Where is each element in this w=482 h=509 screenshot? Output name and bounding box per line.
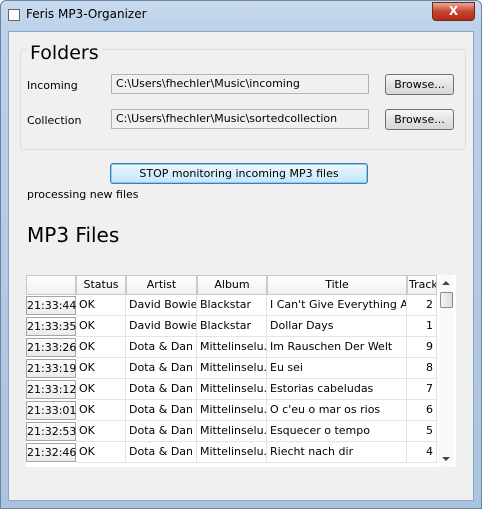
cell-artist[interactable]: Dota & Dan — [126, 358, 197, 379]
cell-track[interactable]: 2 — [407, 295, 437, 316]
header-corner — [26, 275, 76, 295]
cell-album[interactable]: Mittelinselu... — [197, 400, 267, 421]
cell-artist[interactable]: Dota & Dan — [126, 421, 197, 442]
cell-status[interactable]: OK — [76, 358, 126, 379]
collection-label: Collection — [27, 114, 82, 127]
cell-album[interactable]: Mittelinselu... — [197, 337, 267, 358]
folders-group — [20, 49, 466, 150]
row-time-header[interactable]: 21:33:44 — [26, 296, 76, 315]
cell-title[interactable]: Riecht nach dir — [267, 442, 407, 463]
row-time-header[interactable]: 21:33:12 — [26, 380, 76, 399]
cell-status[interactable]: OK — [76, 295, 126, 316]
cell-title[interactable]: Eu sei — [267, 358, 407, 379]
cell-status[interactable]: OK — [76, 400, 126, 421]
row-time-header[interactable]: 21:33:01 — [26, 401, 76, 420]
title-bar[interactable]: Feris MP3-Organizer X — [1, 1, 481, 29]
row-time-header[interactable]: 21:32:46 — [26, 443, 76, 462]
cell-track[interactable]: 6 — [407, 400, 437, 421]
column-header-artist[interactable]: Artist — [126, 275, 197, 295]
close-button[interactable]: X — [432, 2, 475, 21]
cell-title[interactable]: Dollar Days — [267, 316, 407, 337]
cell-artist[interactable]: Dota & Dan — [126, 400, 197, 421]
app-icon — [8, 9, 20, 21]
cell-title[interactable]: Esquecer o tempo — [267, 421, 407, 442]
app-window: Feris MP3-Organizer X Folders Incoming C… — [0, 0, 482, 509]
arrow-up-icon[interactable] — [442, 281, 450, 285]
table-vertical-scrollbar[interactable] — [439, 275, 454, 467]
scrollbar-thumb[interactable] — [440, 292, 453, 308]
cell-title[interactable]: O c'eu o mar os rios — [267, 400, 407, 421]
collection-browse-button[interactable]: Browse... — [385, 109, 454, 130]
cell-album[interactable]: Blackstar — [197, 295, 267, 316]
row-time-header[interactable]: 21:33:26 — [26, 338, 76, 357]
cell-album[interactable]: Mittelinselu... — [197, 358, 267, 379]
cell-status[interactable]: OK — [76, 316, 126, 337]
window-title: Feris MP3-Organizer — [26, 7, 147, 21]
row-time-header[interactable]: 21:32:53 — [26, 422, 76, 441]
collection-path-field[interactable]: C:\Users\fhechler\Music\sortedcollection — [111, 109, 369, 129]
row-time-header[interactable]: 21:33:35 — [26, 317, 76, 336]
incoming-browse-button[interactable]: Browse... — [385, 74, 454, 95]
row-time-header[interactable]: 21:33:19 — [26, 359, 76, 378]
folders-title: Folders — [27, 42, 102, 64]
cell-title[interactable]: Estorias cabeludas — [267, 379, 407, 400]
cell-artist[interactable]: Dota & Dan — [126, 442, 197, 463]
cell-artist[interactable]: David Bowie — [126, 295, 197, 316]
cell-title[interactable]: I Can't Give Everything A... — [267, 295, 407, 316]
cell-track[interactable]: 9 — [407, 337, 437, 358]
cell-artist[interactable]: Dota & Dan — [126, 379, 197, 400]
cell-album[interactable]: Mittelinselu... — [197, 379, 267, 400]
column-header-track[interactable]: Track — [407, 275, 437, 295]
close-icon: X — [448, 4, 459, 18]
cell-status[interactable]: OK — [76, 442, 126, 463]
cell-status[interactable]: OK — [76, 379, 126, 400]
cell-status[interactable]: OK — [76, 337, 126, 358]
cell-artist[interactable]: Dota & Dan — [126, 337, 197, 358]
processing-status: processing new files — [27, 188, 139, 201]
cell-track[interactable]: 8 — [407, 358, 437, 379]
arrow-down-icon[interactable] — [442, 457, 450, 461]
cell-track[interactable]: 1 — [407, 316, 437, 337]
cell-artist[interactable]: David Bowie — [126, 316, 197, 337]
cell-track[interactable]: 5 — [407, 421, 437, 442]
cell-album[interactable]: Mittelinselu... — [197, 442, 267, 463]
column-header-status[interactable]: Status — [76, 275, 126, 295]
column-header-title[interactable]: Title — [267, 275, 407, 295]
cell-status[interactable]: OK — [76, 421, 126, 442]
cell-track[interactable]: 7 — [407, 379, 437, 400]
mp3-files-table[interactable]: Status Artist Album Title Track 21:33:44… — [26, 275, 456, 467]
incoming-path-field[interactable]: C:\Users\fhechler\Music\incoming — [111, 74, 369, 94]
cell-title[interactable]: Im Rauschen Der Welt — [267, 337, 407, 358]
column-header-album[interactable]: Album — [197, 275, 267, 295]
cell-track[interactable]: 4 — [407, 442, 437, 463]
incoming-label: Incoming — [27, 79, 78, 92]
mp3-files-title: MP3 Files — [27, 223, 120, 247]
cell-album[interactable]: Mittelinselu... — [197, 421, 267, 442]
client-area: Folders Incoming C:\Users\fhechler\Music… — [8, 31, 474, 501]
cell-album[interactable]: Blackstar — [197, 316, 267, 337]
stop-monitoring-button[interactable]: STOP monitoring incoming MP3 files — [110, 163, 368, 184]
